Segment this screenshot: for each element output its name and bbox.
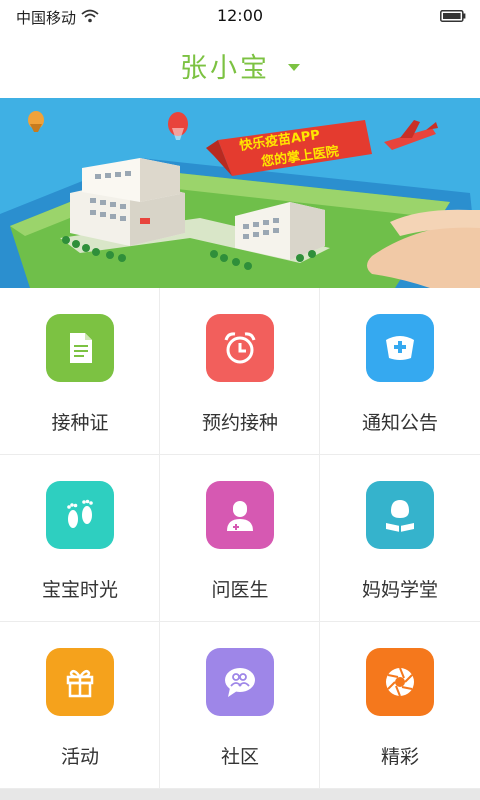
menu-item-label: 精彩 xyxy=(380,746,419,768)
menu-item-vaccination-certificate[interactable]: 接种证 xyxy=(0,288,160,455)
menu-item-community[interactable]: 社区 xyxy=(160,622,320,789)
menu-item-highlights[interactable]: 精彩 xyxy=(320,622,480,789)
child-selector[interactable]: 张小宝 xyxy=(0,32,480,98)
menu-item-announcements[interactable]: 通知公告 xyxy=(320,288,480,455)
status-bar: 中国移动 12:00 xyxy=(0,0,480,32)
document-icon xyxy=(46,314,114,382)
menu-item-label: 宝宝时光 xyxy=(41,579,118,601)
menu-item-activities[interactable]: 活动 xyxy=(0,622,160,789)
status-time: 12:00 xyxy=(216,6,264,25)
menu-item-label: 活动 xyxy=(60,746,99,768)
menu-item-baby-moments[interactable]: 宝宝时光 xyxy=(0,455,160,622)
menu-item-label: 接种证 xyxy=(51,412,109,434)
child-name: 张小宝 xyxy=(180,52,270,84)
footprints-icon xyxy=(46,481,114,549)
gift-icon xyxy=(46,648,114,716)
menu-item-label: 通知公告 xyxy=(361,412,438,434)
chat-community-icon xyxy=(206,648,274,716)
promo-banner[interactable]: 快乐疫苗APP 您的掌上医院 xyxy=(0,98,480,288)
hospital-building-illustration xyxy=(70,158,185,246)
menu-item-appointment[interactable]: 预约接种 xyxy=(160,288,320,455)
aperture-icon xyxy=(366,648,434,716)
bottom-bar xyxy=(0,789,480,800)
alarm-clock-icon xyxy=(206,314,274,382)
header: 张小宝 xyxy=(0,32,480,98)
menu-item-ask-doctor[interactable]: 问医生 xyxy=(160,455,320,622)
menu-item-label: 社区 xyxy=(220,746,259,768)
menu-grid: 接种证 预约接种 通知公告 宝宝时光 问医生 妈妈学堂 活动 社区 精彩 xyxy=(0,288,480,789)
menu-item-label: 问医生 xyxy=(211,579,269,601)
menu-item-mom-school[interactable]: 妈妈学堂 xyxy=(320,455,480,622)
nurse-cap-icon xyxy=(366,314,434,382)
chevron-down-icon xyxy=(288,63,300,71)
doctor-icon xyxy=(206,481,274,549)
menu-item-label: 妈妈学堂 xyxy=(361,579,438,601)
battery-icon xyxy=(440,10,466,22)
menu-item-label: 预约接种 xyxy=(201,412,278,434)
banner-illustration: 快乐疫苗APP 您的掌上医院 xyxy=(0,98,480,288)
reading-mother-icon xyxy=(366,481,434,549)
